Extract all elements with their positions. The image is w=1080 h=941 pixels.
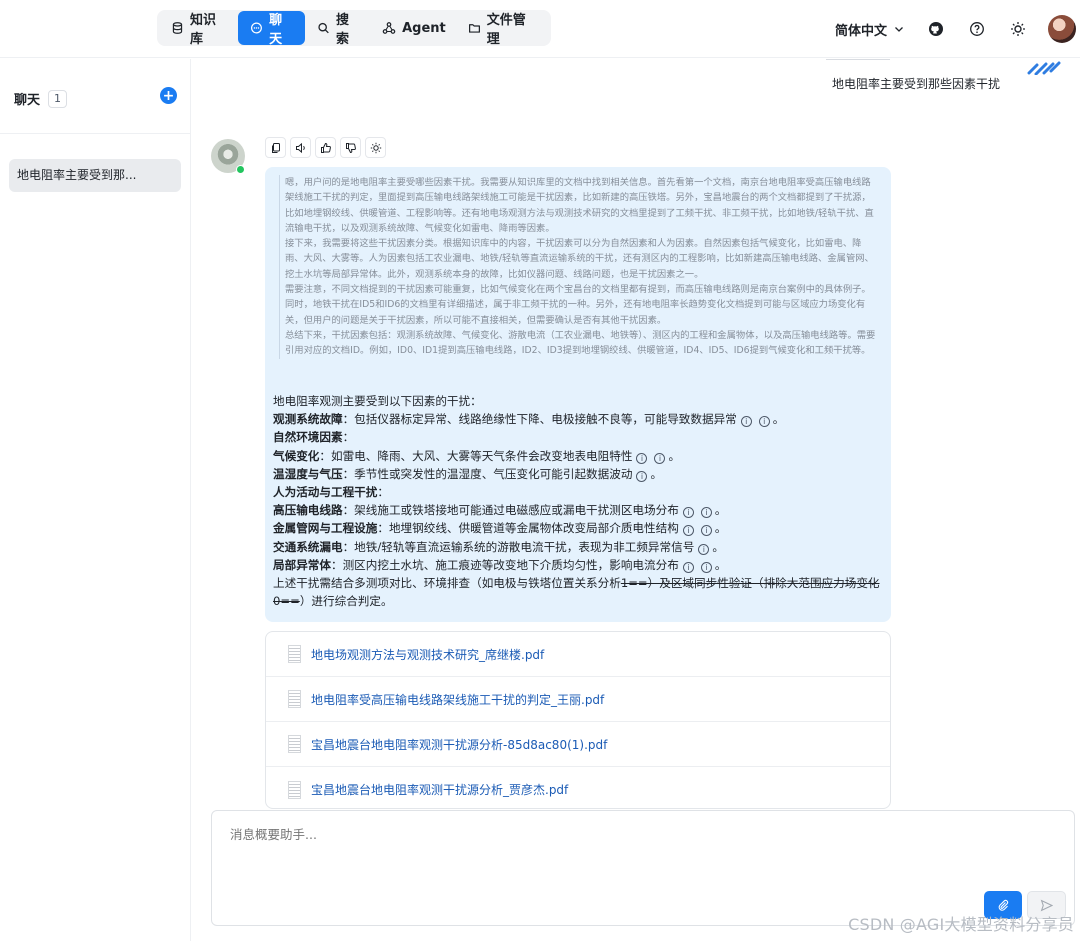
new-conversation-button[interactable]: + [160, 87, 177, 104]
thinking-process: 嗯，用户问的是地电阻率主要受哪些因素干扰。我需要从知识库里的文档中找到相关信息。… [279, 175, 879, 359]
database-icon [172, 22, 183, 34]
citation-icon[interactable]: i [700, 561, 712, 573]
answer-section-heading: 人为活动与工程干扰： [273, 485, 389, 500]
nav-chat[interactable]: 聊天 [238, 11, 306, 47]
nav-search[interactable]: 搜索 [307, 13, 370, 47]
online-status-dot [236, 165, 245, 174]
chat-main: 地电阻率主要受到那些因素干扰 嗯，用户问的是地电阻率主要受哪些因素干扰。我需要从… [192, 59, 1080, 941]
citation-icon[interactable]: i [636, 452, 648, 464]
thumbs-down-icon [345, 142, 356, 153]
lightbulb-icon [370, 142, 381, 153]
citation-icon[interactable]: i [698, 543, 710, 555]
theme-toggle-button[interactable] [1007, 18, 1029, 40]
send-icon [1040, 899, 1053, 911]
folder-icon [468, 24, 480, 33]
citation-icon[interactable]: i [682, 561, 694, 573]
read-aloud-button[interactable] [290, 137, 311, 158]
github-icon [929, 22, 943, 36]
answer-item: 温湿度与气压：季节性或突发性的温湿度、气压变化可能引起数据波动 i。 [273, 466, 663, 482]
reference-item[interactable]: 地电阻率受高压输电线路架线施工干扰的判定_王丽.pdf [266, 677, 890, 722]
answer-conclusion: 上述干扰需结合多测项对比、环境排查（如电极与铁塔位置关系分析1==）及区域同步性… [273, 576, 880, 609]
answer-item: 局部异常体：测区内挖土水坑、施工痕迹等改变地下介质均匀性，影响电流分布 i i。 [273, 557, 727, 573]
sidebar-title: 聊天 [14, 93, 41, 108]
user-avatar-stripes-icon [1027, 61, 1061, 75]
thumbs-up-button[interactable] [315, 137, 336, 158]
answer-item: 金属管网与工程设施：地埋钢绞线、供暖管道等金属物体改变局部介质电性结构 i i。 [273, 521, 727, 537]
sun-icon [1011, 22, 1025, 36]
citation-icon[interactable]: i [758, 416, 770, 428]
answer-item: 交通系统漏电：地铁/轻轨等直流运输系统的游散电流干扰，表现为非工频异常信号 i。 [273, 539, 724, 555]
thinking-paragraph: 总结下来，干扰因素包括：观测系统故障、气候变化、游散电流（工农业漏电、地铁等）、… [285, 329, 876, 357]
insight-button[interactable] [365, 137, 386, 158]
main-nav: 知识库 聊天 搜索 Agent 文件管理 [157, 10, 551, 47]
answer-item: 观测系统故障：包括仪器标定异常、线路绝缘性下降、电极接触不良等，可能导致数据异常… [273, 412, 785, 428]
reference-item[interactable]: 地电场观测方法与观测技术研究_席继楼.pdf [266, 632, 890, 677]
agent-icon [382, 22, 396, 34]
top-right-controls: 简体中文 [835, 12, 1080, 46]
pdf-icon [288, 735, 301, 753]
nav-search-label: 搜索 [336, 13, 350, 47]
help-button[interactable] [966, 18, 988, 40]
pdf-icon [288, 690, 301, 708]
citation-icon[interactable]: i [636, 470, 648, 482]
nav-chat-label: 聊天 [269, 13, 283, 47]
thinking-paragraph: 接下来，我需要将这些干扰因素分类。根据知识库中的内容，干扰因素可以分为自然因素和… [285, 238, 874, 280]
sidebar-item-conversation[interactable]: 地电阻率主要受到那... [9, 159, 181, 192]
user-avatar[interactable] [1048, 15, 1076, 43]
answer-intro: 地电阻率观测主要受到以下因素的干扰： [273, 394, 482, 408]
help-icon [970, 22, 984, 36]
answer-item: 高压输电线路：架线施工或铁塔接地可能通过电磁感应或漏电干扰测区电场分布 i i。 [273, 503, 727, 519]
copy-icon [271, 142, 280, 153]
conversation-count-badge: 1 [48, 89, 68, 108]
sidebar-header: 聊天 1 [14, 89, 68, 108]
paperclip-icon [998, 899, 1009, 911]
sidebar-divider [0, 133, 190, 134]
nav-file-management[interactable]: 文件管理 [458, 13, 545, 47]
github-button[interactable] [925, 18, 947, 40]
chevron-down-icon [895, 27, 903, 32]
pdf-icon [288, 645, 301, 663]
citation-icon[interactable]: i [682, 525, 694, 537]
nav-agent-label: Agent [402, 20, 446, 36]
speaker-icon [295, 142, 305, 153]
language-label: 简体中文 [834, 23, 887, 39]
assistant-answer: 地电阻率观测主要受到以下因素的干扰： 观测系统故障：包括仪器标定异常、线路绝缘性… [273, 392, 883, 610]
assistant-message-bubble: 嗯，用户问的是地电阻率主要受哪些因素干扰。我需要从知识库里的文档中找到相关信息。… [265, 167, 891, 622]
top-navigation-bar: 知识库 聊天 搜索 Agent 文件管理 简体中文 [0, 0, 1080, 58]
thumbs-down-button[interactable] [340, 137, 361, 158]
nav-agent[interactable]: Agent [372, 13, 456, 43]
user-message-divider [826, 59, 890, 60]
reference-item[interactable]: 宝昌地震台地电阻率观测干扰源分析_贾彦杰.pdf [266, 767, 890, 808]
copy-button[interactable] [265, 137, 286, 158]
language-selector[interactable]: 简体中文 [835, 20, 905, 39]
message-input[interactable] [230, 827, 830, 842]
nav-knowledge-base[interactable]: 知识库 [161, 13, 236, 47]
citation-icon[interactable]: i [700, 525, 712, 537]
citation-icon[interactable]: i [654, 452, 666, 464]
answer-item: 气候变化：如雷电、降雨、大风、大雾等天气条件会改变地表电阻特性 i i。 [273, 448, 681, 464]
message-toolbar [265, 137, 386, 159]
thinking-paragraph: 嗯，用户问的是地电阻率主要受哪些因素干扰。我需要从知识库里的文档中找到相关信息。… [285, 177, 874, 234]
conversation-sidebar: 聊天 1 + 地电阻率主要受到那... [0, 59, 191, 941]
thinking-paragraph: 需要注意，不同文档提到的干扰因素可能重复，比如气候变化在两个宝昌台的文档里都有提… [285, 284, 871, 326]
pdf-icon [288, 780, 301, 799]
citation-icon[interactable]: i [682, 507, 694, 519]
chat-icon [251, 22, 263, 34]
reference-documents: 地电场观测方法与观测技术研究_席继楼.pdf 地电阻率受高压输电线路架线施工干扰… [265, 631, 891, 809]
plus-icon: + [162, 87, 175, 104]
message-composer [211, 810, 1075, 926]
watermark: CSDN @AGI大模型资料分享员 [848, 915, 1074, 934]
reference-item[interactable]: 宝昌地震台地电阻率观测干扰源分析-85d8ac80(1).pdf [266, 722, 890, 767]
thumbs-up-icon [320, 142, 331, 153]
citation-icon[interactable]: i [700, 507, 712, 519]
user-message: 地电阻率主要受到那些因素干扰 [832, 77, 1001, 91]
answer-section-heading: 自然环境因素： [273, 430, 355, 445]
nav-knowledge-base-label: 知识库 [189, 13, 216, 47]
nav-file-management-label: 文件管理 [486, 13, 526, 47]
citation-icon[interactable]: i [740, 416, 752, 428]
search-icon [318, 22, 329, 34]
